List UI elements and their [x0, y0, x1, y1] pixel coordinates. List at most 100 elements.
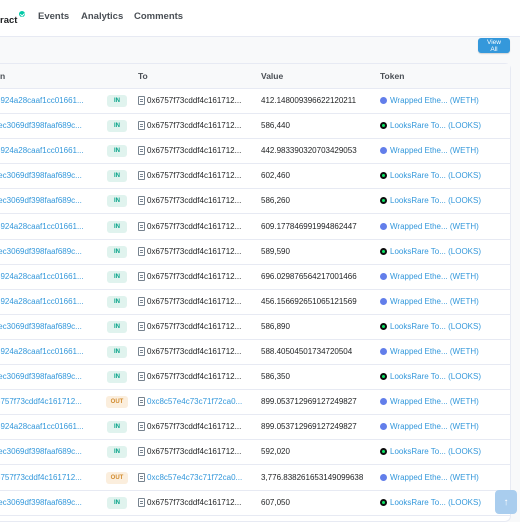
- direction-badge: IN: [107, 245, 127, 258]
- tab-contract[interactable]: ract: [0, 11, 26, 26]
- direction-badge: OUT: [106, 396, 128, 409]
- token-link[interactable]: Wrapped Ethe... (WETH): [390, 272, 508, 281]
- table-row: fec3069df398faaf689c... IN 0x6757f73cddf4c…: [0, 163, 510, 190]
- transfer-value: 588.40504501734720504: [261, 347, 353, 356]
- looks-token-icon: [380, 197, 387, 205]
- from-address-link[interactable]: 6757f73cddf4c161712...: [0, 473, 86, 482]
- weth-token-icon: [380, 348, 387, 355]
- token-link[interactable]: LooksRare To... (LOOKS): [390, 498, 508, 507]
- token-link[interactable]: Wrapped Ethe... (WETH): [390, 146, 508, 155]
- to-address: 0x6757f73cddf4c161712...: [147, 296, 242, 306]
- transfer-value: 586,260: [261, 196, 290, 206]
- from-address-link[interactable]: fec3069df398faaf689c...: [0, 196, 86, 205]
- tab-comments[interactable]: Comments: [134, 11, 183, 22]
- token-link[interactable]: Wrapped Ethe... (WETH): [390, 222, 508, 231]
- direction-badge: IN: [107, 421, 127, 434]
- looks-token-icon: [380, 172, 387, 180]
- from-address-link[interactable]: 6757f73cddf4c161712...: [0, 397, 86, 406]
- transfer-value: 592,020: [261, 447, 290, 457]
- table-row: 5924a28caaf1cc01661... IN 0x6757f73cddf4c1…: [0, 88, 510, 114]
- to-address: 0x6757f73cddf4c161712...: [147, 321, 242, 331]
- to-address: 0x6757f73cddf4c161712...: [147, 271, 242, 281]
- direction-badge: OUT: [106, 471, 128, 484]
- token-link[interactable]: LooksRare To... (LOOKS): [390, 247, 508, 256]
- to-address[interactable]: 0xc8c57e4c73c71f72ca0...: [147, 397, 242, 406]
- direction-badge: IN: [107, 446, 127, 459]
- weth-token-icon: [380, 473, 387, 481]
- to-address: 0x6757f73cddf4c161712...: [147, 422, 242, 432]
- from-address-link[interactable]: 5924a28caaf1cc01661...: [0, 96, 86, 105]
- token-link[interactable]: LooksRare To... (LOOKS): [390, 171, 508, 180]
- from-address-link[interactable]: 5924a28caaf1cc01661...: [0, 422, 86, 431]
- token-link[interactable]: LooksRare To... (LOOKS): [390, 121, 508, 130]
- from-address-link[interactable]: fec3069df398faaf689c...: [0, 247, 86, 256]
- direction-badge: IN: [107, 145, 127, 158]
- to-address: 0x6757f73cddf4c161712...: [147, 347, 242, 356]
- table-row: fec3069df398faaf689c... IN 0x6757f73cddf4c…: [0, 364, 510, 391]
- looks-token-icon: [380, 122, 387, 130]
- transfer-value: 3,776.838261653149099638: [261, 472, 364, 482]
- from-address-link[interactable]: fec3069df398faaf689c...: [0, 171, 86, 180]
- to-address[interactable]: 0xc8c57e4c73c71f72ca0...: [147, 473, 242, 482]
- verified-check-icon: [19, 11, 26, 17]
- from-address-link[interactable]: fec3069df398faaf689c...: [0, 447, 86, 456]
- table-row: fec3069df398faaf689c... IN 0x6757f73cddf4c…: [0, 113, 510, 140]
- to-address: 0x6757f73cddf4c161712...: [147, 96, 242, 105]
- from-address-link[interactable]: fec3069df398faaf689c...: [0, 322, 86, 331]
- to-address: 0x6757f73cddf4c161712...: [147, 221, 242, 231]
- tab-analytics[interactable]: Analytics: [81, 11, 123, 22]
- looks-token-icon: [380, 448, 387, 456]
- token-link[interactable]: Wrapped Ethe... (WETH): [390, 422, 508, 431]
- contract-icon: [138, 246, 145, 256]
- view-all-button[interactable]: View All: [478, 38, 510, 53]
- contract-icon: [138, 171, 145, 181]
- contract-icon: [138, 96, 145, 105]
- table-row: fec3069df398faaf689c... IN 0x6757f73cddf4c…: [0, 314, 510, 340]
- looks-token-icon: [380, 247, 387, 255]
- from-address-link[interactable]: 5924a28caaf1cc01661...: [0, 146, 86, 155]
- table-row: 5924a28caaf1cc01661... IN 0x6757f73cddf4c1…: [0, 339, 510, 365]
- table-row: 5924a28caaf1cc01661... IN 0x6757f73cddf4c1…: [0, 214, 510, 240]
- from-address-link[interactable]: 5924a28caaf1cc01661...: [0, 222, 86, 231]
- token-link[interactable]: Wrapped Ethe... (WETH): [390, 297, 508, 306]
- table-row: 6757f73cddf4c161712... OUT 0xc8c57e4c73c71…: [0, 389, 510, 416]
- transfer-value: 696.029876564217001466: [261, 271, 357, 281]
- to-address: 0x6757f73cddf4c161712...: [147, 246, 242, 256]
- to-address: 0x6757f73cddf4c161712...: [147, 372, 242, 382]
- contract-icon: [138, 146, 145, 156]
- to-address: 0x6757f73cddf4c161712...: [147, 121, 242, 131]
- weth-token-icon: [380, 222, 387, 230]
- contract-icon: [138, 321, 145, 331]
- from-address-link[interactable]: fec3069df398faaf689c...: [0, 372, 86, 381]
- weth-token-icon: [380, 97, 387, 104]
- looks-token-icon: [380, 322, 387, 330]
- from-address-link[interactable]: fec3069df398faaf689c...: [0, 498, 86, 507]
- direction-badge: IN: [107, 295, 127, 308]
- from-address-link[interactable]: 5924a28caaf1cc01661...: [0, 347, 86, 356]
- from-address-link[interactable]: 5924a28caaf1cc01661...: [0, 297, 86, 306]
- tab-contract-label: ract: [0, 15, 18, 26]
- from-address-link[interactable]: fec3069df398faaf689c...: [0, 121, 86, 130]
- token-link[interactable]: LooksRare To... (LOOKS): [390, 372, 508, 381]
- token-link[interactable]: LooksRare To... (LOOKS): [390, 196, 508, 205]
- tab-bar: ract Events Analytics Comments: [0, 0, 520, 37]
- tab-events[interactable]: Events: [38, 11, 69, 22]
- transfer-value: 589,590: [261, 246, 290, 256]
- weth-token-icon: [380, 297, 387, 305]
- contract-icon: [138, 472, 145, 482]
- transfer-value: 586,350: [261, 372, 290, 382]
- to-address: 0x6757f73cddf4c161712...: [147, 146, 242, 156]
- table-header: n To Value Token: [0, 64, 510, 89]
- from-address-link[interactable]: 5924a28caaf1cc01661...: [0, 272, 86, 281]
- table-row: 5924a28caaf1cc01661... IN 0x6757f73cddf4c1…: [0, 414, 510, 441]
- token-link[interactable]: Wrapped Ethe... (WETH): [390, 347, 508, 356]
- column-header-from: n: [0, 71, 6, 81]
- token-link[interactable]: Wrapped Ethe... (WETH): [390, 96, 508, 105]
- column-header-value: Value: [261, 71, 284, 81]
- token-link[interactable]: Wrapped Ethe... (WETH): [390, 397, 508, 406]
- scroll-to-top-button[interactable]: ↑: [495, 490, 517, 514]
- token-link[interactable]: LooksRare To... (LOOKS): [390, 322, 508, 331]
- token-link[interactable]: LooksRare To... (LOOKS): [390, 447, 508, 456]
- token-link[interactable]: Wrapped Ethe... (WETH): [390, 473, 508, 482]
- direction-badge: IN: [107, 320, 127, 333]
